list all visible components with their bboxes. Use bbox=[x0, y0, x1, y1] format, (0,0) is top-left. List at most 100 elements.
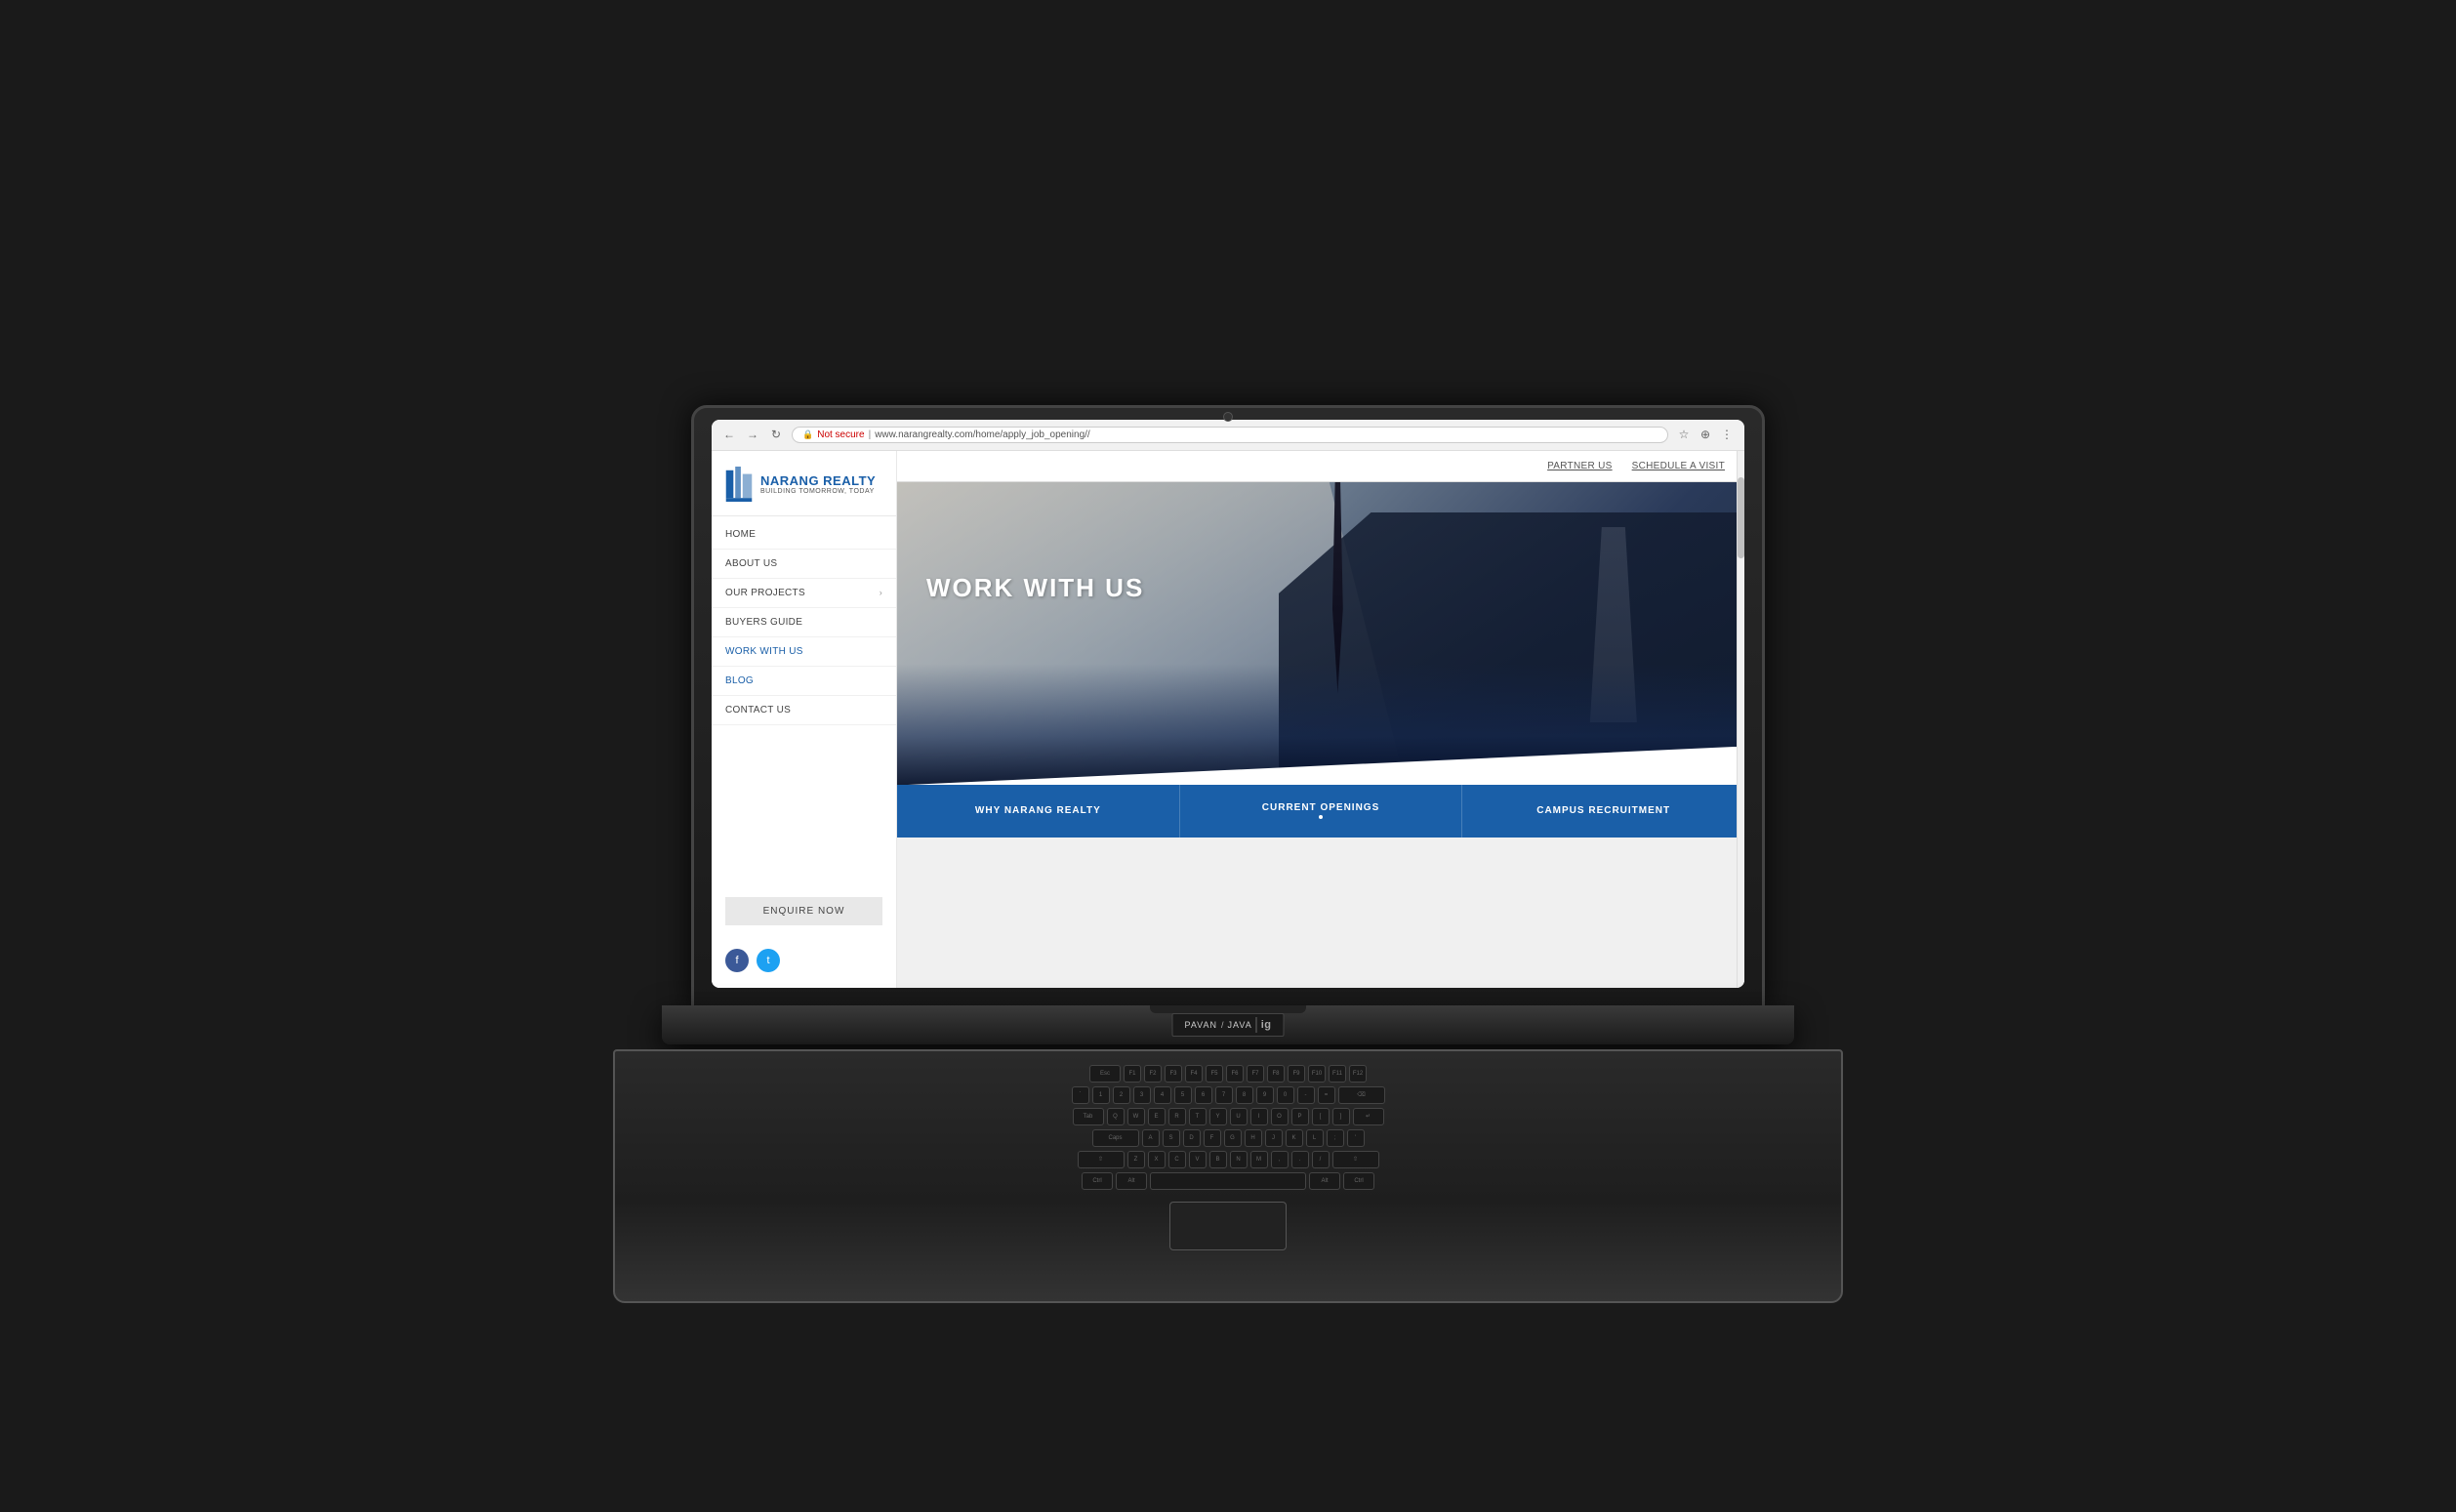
key-y[interactable]: Y bbox=[1209, 1108, 1227, 1125]
key-equals[interactable]: = bbox=[1318, 1086, 1335, 1104]
key-p[interactable]: P bbox=[1291, 1108, 1309, 1125]
laptop-base: PAVAN / JAVA ig bbox=[662, 1005, 1794, 1044]
key-l[interactable]: L bbox=[1306, 1129, 1324, 1147]
key-8[interactable]: 8 bbox=[1236, 1086, 1253, 1104]
key-f12[interactable]: F12 bbox=[1349, 1065, 1367, 1083]
key-x[interactable]: X bbox=[1148, 1151, 1166, 1168]
scrollbar-track[interactable] bbox=[1737, 451, 1744, 988]
key-capslock[interactable]: Caps bbox=[1092, 1129, 1139, 1147]
enquire-button[interactable]: ENQUIRE NOW bbox=[725, 897, 882, 925]
touchpad[interactable] bbox=[1169, 1202, 1287, 1250]
nav-item-home[interactable]: HOME bbox=[712, 520, 896, 550]
key-alt-gr[interactable]: Alt bbox=[1309, 1172, 1340, 1190]
key-6[interactable]: 6 bbox=[1195, 1086, 1212, 1104]
menu-icon[interactable]: ⋮ bbox=[1719, 427, 1735, 442]
key-z[interactable]: Z bbox=[1127, 1151, 1145, 1168]
bookmark-icon[interactable]: ☆ bbox=[1676, 427, 1692, 442]
key-g[interactable]: G bbox=[1224, 1129, 1242, 1147]
key-9[interactable]: 9 bbox=[1256, 1086, 1274, 1104]
key-3[interactable]: 3 bbox=[1133, 1086, 1151, 1104]
key-period[interactable]: . bbox=[1291, 1151, 1309, 1168]
address-bar[interactable]: 🔒 Not secure | www.narangrealty.com/home… bbox=[792, 427, 1668, 443]
key-k[interactable]: K bbox=[1286, 1129, 1303, 1147]
key-j[interactable]: J bbox=[1265, 1129, 1283, 1147]
key-shift-right[interactable]: ⇧ bbox=[1332, 1151, 1379, 1168]
key-f8[interactable]: F8 bbox=[1267, 1065, 1285, 1083]
key-slash[interactable]: / bbox=[1312, 1151, 1330, 1168]
key-minus[interactable]: - bbox=[1297, 1086, 1315, 1104]
key-f7[interactable]: F7 bbox=[1247, 1065, 1264, 1083]
tab-current-openings[interactable]: CURRENT OPENINGS bbox=[1180, 785, 1463, 838]
key-backspace[interactable]: ⌫ bbox=[1338, 1086, 1385, 1104]
user-icon[interactable]: ⊕ bbox=[1698, 427, 1713, 442]
key-n[interactable]: N bbox=[1230, 1151, 1248, 1168]
refresh-button[interactable]: ↻ bbox=[768, 427, 784, 442]
brand-text-pavan: PAVAN bbox=[1185, 1020, 1218, 1030]
key-h[interactable]: H bbox=[1245, 1129, 1262, 1147]
key-c[interactable]: C bbox=[1168, 1151, 1186, 1168]
nav-item-projects[interactable]: OUR PROJECTS › bbox=[712, 579, 896, 608]
key-i[interactable]: I bbox=[1250, 1108, 1268, 1125]
partner-us-link[interactable]: PARTNER US bbox=[1547, 461, 1613, 471]
key-tab[interactable]: Tab bbox=[1073, 1108, 1104, 1125]
key-5[interactable]: 5 bbox=[1174, 1086, 1192, 1104]
nav-item-contact[interactable]: CONTACT US bbox=[712, 696, 896, 725]
scrollbar-thumb[interactable] bbox=[1738, 477, 1744, 558]
key-space[interactable] bbox=[1150, 1172, 1306, 1190]
facebook-button[interactable]: f bbox=[725, 949, 749, 972]
key-1[interactable]: 1 bbox=[1092, 1086, 1110, 1104]
key-e[interactable]: E bbox=[1148, 1108, 1166, 1125]
key-u[interactable]: U bbox=[1230, 1108, 1248, 1125]
nav-item-about[interactable]: ABOUT US bbox=[712, 550, 896, 579]
key-alt[interactable]: Alt bbox=[1116, 1172, 1147, 1190]
key-s[interactable]: S bbox=[1163, 1129, 1180, 1147]
brand-text-java: JAVA bbox=[1228, 1020, 1252, 1030]
key-t[interactable]: T bbox=[1189, 1108, 1207, 1125]
key-v[interactable]: V bbox=[1189, 1151, 1207, 1168]
nav-item-buyers[interactable]: BUYERS GUIDE bbox=[712, 608, 896, 637]
key-b[interactable]: B bbox=[1209, 1151, 1227, 1168]
key-f5[interactable]: F5 bbox=[1206, 1065, 1223, 1083]
nav-item-work[interactable]: WORK WITH US bbox=[712, 637, 896, 667]
key-ctrl[interactable]: Ctrl bbox=[1082, 1172, 1113, 1190]
key-r[interactable]: R bbox=[1168, 1108, 1186, 1125]
key-f11[interactable]: F11 bbox=[1329, 1065, 1346, 1083]
key-quote[interactable]: ' bbox=[1347, 1129, 1365, 1147]
key-f9[interactable]: F9 bbox=[1288, 1065, 1305, 1083]
key-f6[interactable]: F6 bbox=[1226, 1065, 1244, 1083]
key-row-zxcv: ⇧ Z X C V B N M , . / ⇧ bbox=[634, 1151, 1822, 1168]
key-m[interactable]: M bbox=[1250, 1151, 1268, 1168]
key-a[interactable]: A bbox=[1142, 1129, 1160, 1147]
key-lbracket[interactable]: [ bbox=[1312, 1108, 1330, 1125]
key-f[interactable]: F bbox=[1204, 1129, 1221, 1147]
key-f10[interactable]: F10 bbox=[1308, 1065, 1326, 1083]
key-2[interactable]: 2 bbox=[1113, 1086, 1130, 1104]
key-esc[interactable]: Esc bbox=[1089, 1065, 1121, 1083]
key-backtick[interactable]: ` bbox=[1072, 1086, 1089, 1104]
key-comma[interactable]: , bbox=[1271, 1151, 1289, 1168]
key-shift-left[interactable]: ⇧ bbox=[1078, 1151, 1125, 1168]
key-f4[interactable]: F4 bbox=[1185, 1065, 1203, 1083]
key-o[interactable]: O bbox=[1271, 1108, 1289, 1125]
nav-item-blog[interactable]: BLOG bbox=[712, 667, 896, 696]
tab-why-narang[interactable]: WHY NARANG REALTY bbox=[897, 785, 1180, 838]
key-4[interactable]: 4 bbox=[1154, 1086, 1171, 1104]
key-f1[interactable]: F1 bbox=[1124, 1065, 1141, 1083]
key-0[interactable]: 0 bbox=[1277, 1086, 1294, 1104]
key-f2[interactable]: F2 bbox=[1144, 1065, 1162, 1083]
twitter-button[interactable]: t bbox=[757, 949, 780, 972]
schedule-visit-link[interactable]: SCHEDULE A VISIT bbox=[1632, 461, 1725, 471]
key-f3[interactable]: F3 bbox=[1165, 1065, 1182, 1083]
tab-campus-recruitment[interactable]: CAMPUS RECRUITMENT bbox=[1462, 785, 1744, 838]
logo-name: NARANG REALTY bbox=[760, 473, 876, 488]
key-7[interactable]: 7 bbox=[1215, 1086, 1233, 1104]
key-ctrl-right[interactable]: Ctrl bbox=[1343, 1172, 1374, 1190]
key-q[interactable]: Q bbox=[1107, 1108, 1125, 1125]
key-semicolon[interactable]: ; bbox=[1327, 1129, 1344, 1147]
key-d[interactable]: D bbox=[1183, 1129, 1201, 1147]
back-button[interactable]: ← bbox=[721, 427, 737, 442]
key-enter[interactable]: ↵ bbox=[1353, 1108, 1384, 1125]
key-w[interactable]: W bbox=[1127, 1108, 1145, 1125]
forward-button[interactable]: → bbox=[745, 427, 760, 442]
key-rbracket[interactable]: ] bbox=[1332, 1108, 1350, 1125]
